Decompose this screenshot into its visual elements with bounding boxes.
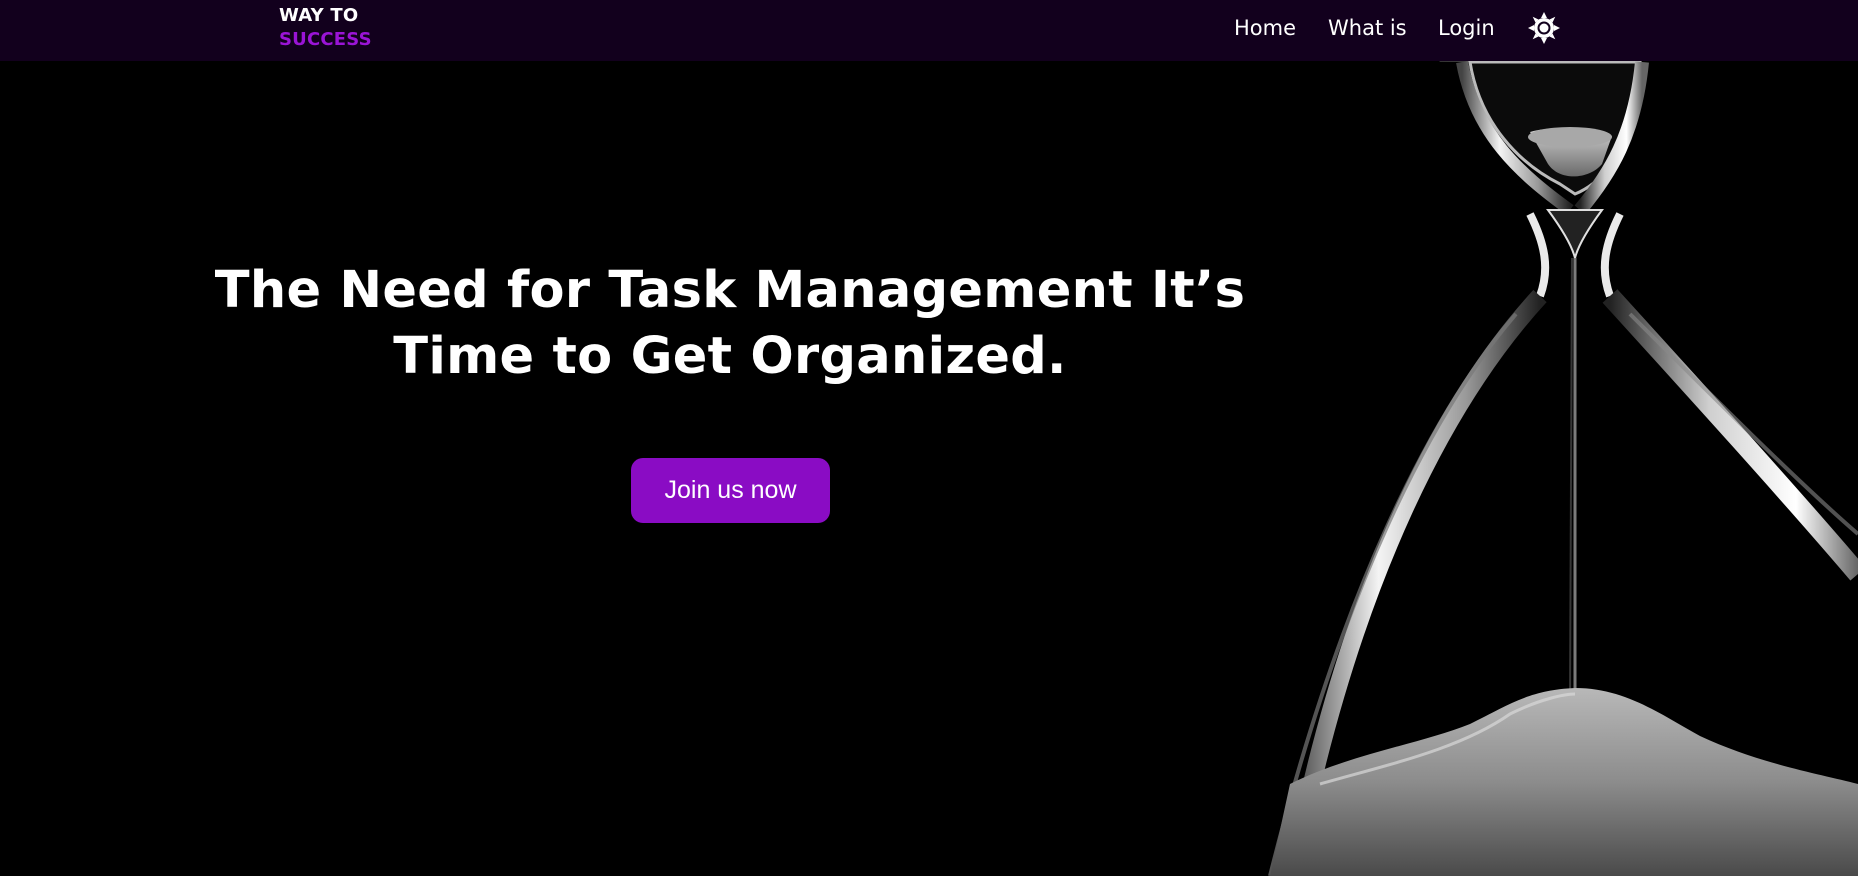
nav-link-login[interactable]: Login	[1438, 14, 1495, 42]
navbar: WAY TO SUCCESS Home What is Login	[0, 0, 1858, 61]
hero-title: The Need for Task Management It’s Time t…	[214, 261, 1246, 386]
theme-toggle-button[interactable]	[1528, 12, 1560, 44]
join-us-button[interactable]: Join us now	[631, 458, 830, 523]
brand-line-1: WAY TO	[279, 5, 359, 26]
hourglass-image	[1268, 14, 1858, 876]
nav-link-home[interactable]: Home	[1234, 14, 1296, 42]
sun-icon	[1528, 12, 1560, 44]
brand-logo[interactable]: WAY TO SUCCESS	[279, 4, 372, 52]
brand-line-2: SUCCESS	[279, 29, 372, 50]
nav-link-what-is[interactable]: What is	[1328, 14, 1407, 42]
